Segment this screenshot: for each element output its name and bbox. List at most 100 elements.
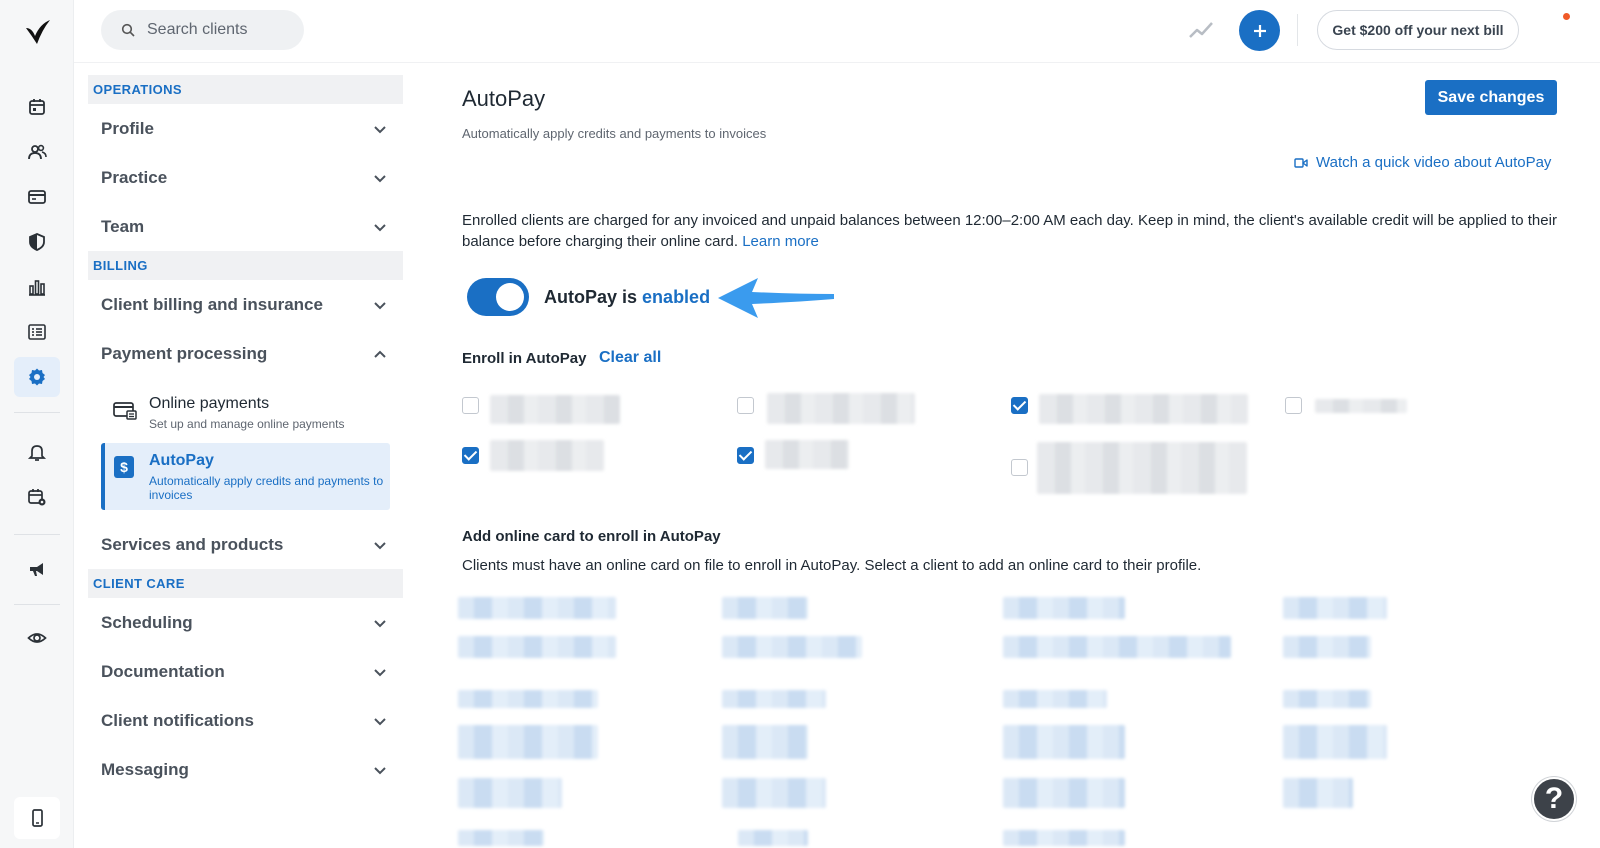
mobile-icon: [32, 809, 43, 827]
enroll-checkbox[interactable]: [462, 397, 479, 414]
page-title: AutoPay: [462, 86, 546, 111]
nav-item-team[interactable]: Team: [88, 202, 403, 251]
settings-gear-icon[interactable]: [14, 357, 60, 397]
calendar-settings-icon[interactable]: [21, 481, 53, 513]
billing-card-icon[interactable]: [21, 181, 53, 213]
enroll-checkbox[interactable]: [737, 397, 754, 414]
trend-icon[interactable]: [1188, 20, 1214, 40]
enroll-checkbox[interactable]: [1285, 397, 1302, 414]
chevron-down-icon: [374, 301, 386, 309]
nav-item-label: Profile: [101, 118, 154, 138]
mobile-app-button[interactable]: [14, 797, 60, 839]
nav-item-scheduling[interactable]: Scheduling: [88, 598, 403, 647]
redacted-client-link[interactable]: [1283, 778, 1353, 808]
redacted-client-link[interactable]: [1003, 636, 1231, 658]
redacted-client-name: [765, 440, 849, 469]
reports-icon[interactable]: [21, 271, 53, 303]
nav-item-profile[interactable]: Profile: [88, 104, 403, 153]
redacted-client-link[interactable]: [738, 830, 808, 846]
nav-item-label: Messaging: [101, 759, 189, 779]
enroll-checkbox[interactable]: [737, 447, 754, 464]
bell-icon[interactable]: [21, 436, 53, 468]
redacted-client-name: [1037, 442, 1247, 494]
autopay-toggle[interactable]: [467, 278, 529, 316]
redacted-client-name: [490, 440, 604, 471]
help-button[interactable]: ?: [1532, 777, 1576, 821]
nav-item-messaging[interactable]: Messaging: [88, 745, 403, 794]
redacted-client-link[interactable]: [458, 597, 616, 619]
clear-all-link[interactable]: Clear all: [599, 349, 661, 367]
brand-logo-icon[interactable]: [24, 18, 52, 46]
redacted-client-link[interactable]: [458, 636, 616, 658]
redacted-client-link[interactable]: [458, 690, 598, 708]
redacted-client-link[interactable]: [458, 778, 562, 808]
shield-icon[interactable]: [21, 226, 53, 258]
search-box: [101, 10, 304, 50]
nav-item-practice[interactable]: Practice: [88, 153, 403, 202]
toggle-state: enabled: [642, 287, 711, 307]
redacted-client-link[interactable]: [458, 830, 544, 846]
sub-item-autopay[interactable]: $ AutoPay Automatically apply credits an…: [101, 443, 390, 510]
plus-icon: [1253, 24, 1266, 37]
nav-section-client-care: CLIENT CARE: [88, 569, 403, 598]
nav-item-documentation[interactable]: Documentation: [88, 647, 403, 696]
toggle-prefix: AutoPay is: [544, 287, 638, 307]
nav-item-label: Practice: [101, 167, 168, 187]
redacted-client-link[interactable]: [1283, 690, 1371, 708]
redacted-client-link[interactable]: [722, 636, 862, 658]
enroll-checkbox[interactable]: [1011, 397, 1028, 414]
redacted-client-link[interactable]: [722, 778, 826, 808]
eye-icon[interactable]: [21, 622, 53, 654]
chevron-down-icon: [374, 541, 386, 549]
nav-item-services[interactable]: Services and products: [88, 520, 403, 569]
nav-item-label: Documentation: [101, 661, 225, 681]
nav-item-client-billing[interactable]: Client billing and insurance: [88, 280, 403, 329]
autopay-status-label: AutoPay is enabled: [544, 287, 710, 308]
chevron-up-icon: [374, 350, 386, 358]
rail-divider: [14, 412, 60, 413]
chevron-down-icon: [374, 174, 386, 182]
redacted-client-link[interactable]: [1003, 830, 1125, 846]
redacted-client-link[interactable]: [1003, 690, 1107, 708]
nav-item-payment-processing[interactable]: Payment processing: [88, 329, 403, 378]
megaphone-icon[interactable]: [21, 553, 53, 585]
search-input[interactable]: [147, 21, 287, 39]
sub-item-online-payments[interactable]: Online payments Set up and manage online…: [101, 386, 390, 439]
list-icon[interactable]: [21, 316, 53, 348]
nav-item-client-notifications[interactable]: Client notifications: [88, 696, 403, 745]
add-card-description: Clients must have an online card on file…: [462, 557, 1202, 574]
chevron-down-icon: [374, 619, 386, 627]
autopay-description-text: Enrolled clients are charged for any inv…: [462, 212, 1557, 250]
enroll-checkbox[interactable]: [1011, 459, 1028, 476]
redacted-client-link[interactable]: [1283, 725, 1387, 759]
learn-more-link[interactable]: Learn more: [742, 233, 819, 250]
redacted-client-link[interactable]: [458, 725, 598, 759]
nav-item-label: Scheduling: [101, 612, 193, 632]
redacted-client-link[interactable]: [722, 725, 808, 759]
enroll-checkbox[interactable]: [462, 447, 479, 464]
annotation-arrow-icon: [718, 278, 834, 318]
page-subtitle: Automatically apply credits and payments…: [462, 126, 767, 141]
clients-icon[interactable]: [21, 136, 53, 168]
search-icon: [121, 23, 135, 37]
redacted-client-link[interactable]: [722, 597, 808, 619]
redacted-client-link[interactable]: [722, 690, 826, 708]
save-changes-button[interactable]: Save changes: [1425, 80, 1557, 115]
redacted-client-link[interactable]: [1003, 778, 1125, 808]
icon-rail: [0, 0, 74, 848]
online-payment-card-icon: [113, 402, 137, 420]
redacted-client-link[interactable]: [1283, 636, 1371, 658]
topbar-border: [74, 62, 1600, 63]
autopay-description: Enrolled clients are charged for any inv…: [462, 210, 1562, 252]
sub-item-desc: Set up and manage online payments: [149, 417, 345, 431]
add-button[interactable]: [1239, 10, 1280, 51]
nav-item-label: Client notifications: [101, 710, 254, 730]
calendar-icon[interactable]: [21, 91, 53, 123]
chevron-down-icon: [374, 223, 386, 231]
watch-video-link[interactable]: Watch a quick video about AutoPay: [1294, 154, 1551, 171]
redacted-client-link[interactable]: [1003, 597, 1125, 619]
redacted-client-link[interactable]: [1283, 597, 1387, 619]
promo-button[interactable]: Get $200 off your next bill: [1317, 10, 1519, 50]
chevron-down-icon: [374, 668, 386, 676]
redacted-client-link[interactable]: [1003, 725, 1125, 759]
